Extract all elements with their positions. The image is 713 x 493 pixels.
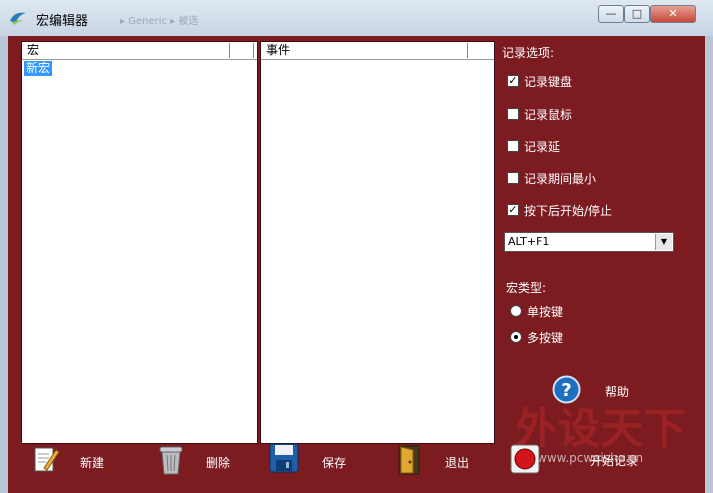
multi-key-radio[interactable] [510,331,522,343]
floppy-disk-icon[interactable] [269,443,299,473]
macro-list-item[interactable]: 新宏 [24,61,53,76]
save-button[interactable]: 保存 [322,454,346,471]
macro-column-label: 宏 [27,43,40,57]
hotkey-select[interactable]: ALT+F1 ▼ [504,232,674,252]
new-document-icon[interactable] [32,444,60,474]
exit-button[interactable]: 退出 [445,454,469,471]
event-column-label: 事件 [266,43,291,57]
minimize-during-record-label[interactable]: 记录期间最小 [524,170,596,187]
title-bar: 宏编辑器 ▸ Generic ▸ 被选 — □ ✕ [0,0,713,37]
hotkey-start-stop-label[interactable]: 按下后开始/停止 [524,202,612,219]
column-separator [253,43,254,58]
column-separator [229,43,230,58]
chevron-down-icon[interactable]: ▼ [655,234,672,250]
single-key-label[interactable]: 单按键 [527,303,563,320]
maximize-icon: □ [631,7,643,20]
exit-door-icon[interactable] [396,444,422,476]
event-list-panel[interactable]: 事件 [260,41,495,444]
record-delay-label[interactable]: 记录延 [524,138,560,155]
close-icon: ✕ [668,7,678,20]
window-frame-right [705,36,713,493]
record-keyboard-label[interactable]: 记录键盘 [524,73,572,90]
record-delay-checkbox[interactable] [507,140,519,152]
trash-icon[interactable] [158,444,184,476]
minimize-during-record-checkbox[interactable] [507,172,519,184]
maximize-button[interactable]: □ [624,5,650,23]
record-options-heading: 记录选项: [502,46,555,60]
macro-column-header[interactable]: 宏 [22,42,257,60]
start-record-button[interactable]: 开始记录 [590,452,638,469]
window-title: 宏编辑器 [36,14,89,29]
watermark-logo: 外设天下 [515,404,688,453]
record-icon[interactable] [510,444,540,474]
hotkey-select-value: ALT+F1 [508,235,550,248]
new-button[interactable]: 新建 [80,454,104,471]
minimize-icon: — [605,7,617,20]
macro-type-heading: 宏类型: [506,281,547,295]
window-frame-left [0,36,8,493]
breadcrumb: ▸ Generic ▸ 被选 [120,16,199,27]
single-key-radio[interactable] [510,305,522,317]
record-mouse-label[interactable]: 记录鼠标 [524,106,572,123]
record-keyboard-checkbox[interactable]: ✓ [507,75,519,87]
event-column-header[interactable]: 事件 [261,42,494,60]
macro-list-panel[interactable]: 宏 新宏 [21,41,258,444]
app-logo-icon [10,12,26,25]
record-mouse-checkbox[interactable] [507,108,519,120]
hotkey-start-stop-checkbox[interactable]: ✓ [507,204,519,216]
column-separator [467,43,468,58]
multi-key-label[interactable]: 多按键 [527,329,563,346]
minimize-button[interactable]: — [598,5,624,23]
close-button[interactable]: ✕ [650,5,696,23]
delete-button[interactable]: 删除 [206,454,230,471]
